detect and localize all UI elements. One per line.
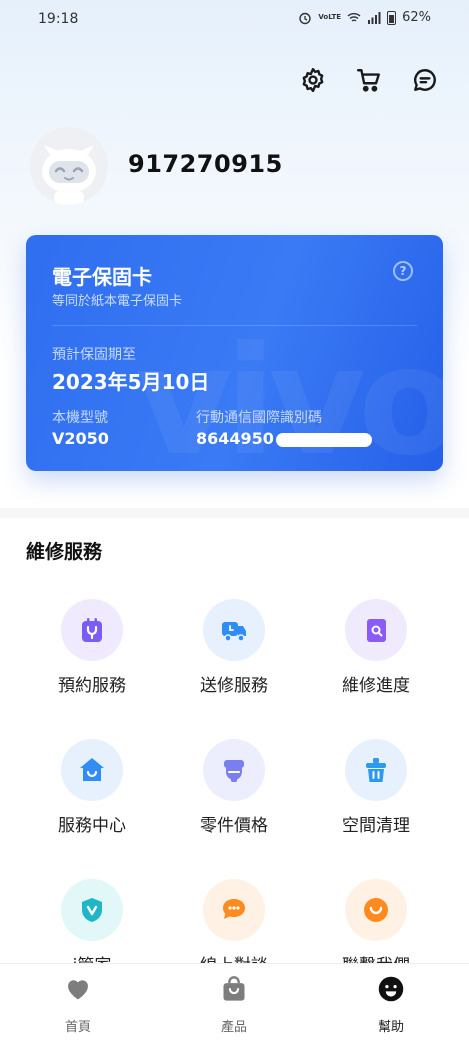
nav-item-help[interactable]: 幫助: [351, 974, 431, 1035]
card-title: 電子保固卡: [52, 265, 152, 289]
grid-icon-bg: [345, 599, 407, 661]
section-title: 維修服務: [26, 541, 103, 563]
nav-icon-wrap: [63, 974, 93, 1004]
grid-label: 維修進度: [342, 676, 410, 696]
trash-bin-icon: [366, 758, 386, 782]
chat-bubble-icon: [223, 899, 245, 919]
grid-item-send-repair[interactable]: 送修服務: [164, 599, 304, 696]
nav-item-home[interactable]: 首頁: [38, 974, 118, 1035]
imei-field: 8644950: [196, 429, 372, 448]
model-label: 本機型號: [52, 410, 108, 426]
settings-button[interactable]: [297, 64, 329, 96]
avatar[interactable]: [30, 127, 108, 205]
smiley-face-icon: [378, 976, 404, 1002]
robot-avatar-icon: [42, 145, 96, 205]
message-icon: [414, 69, 436, 91]
imei-label: 行動通信國際識別碼: [196, 410, 322, 426]
gear-icon: [302, 67, 324, 93]
house-icon: [80, 758, 104, 781]
card-subtitle: 等同於紙本電子保固卡: [52, 294, 183, 309]
nav-icon-wrap: [376, 974, 406, 1004]
part-icon: [224, 760, 244, 782]
grid-label: 服務中心: [58, 816, 126, 836]
grid-item-appointment[interactable]: 預約服務: [22, 599, 162, 696]
bottom-navigation: 首頁 產品 幫助: [0, 963, 469, 1043]
grid-item-service-center[interactable]: 服務中心: [22, 739, 162, 836]
heart-icon: [68, 980, 88, 1000]
warranty-card[interactable]: vivo 電子保固卡 等同於紙本電子保固卡 ? 預計保固期至 2023年5月10…: [26, 235, 443, 471]
grid-label: 空間清理: [342, 816, 410, 836]
wifi-icon: [347, 12, 361, 22]
calendar-wrench-icon: [82, 618, 102, 642]
grid-label: 送修服務: [200, 676, 268, 696]
user-id: 917270915: [128, 150, 283, 178]
grid-icon-bg: [61, 739, 123, 801]
grid-icon-bg: [203, 739, 265, 801]
expiry-value: 2023年5月10日: [52, 370, 210, 394]
grid-icon-bg: [345, 739, 407, 801]
imei-value: 8644950: [196, 429, 274, 448]
alarm-icon: [299, 12, 312, 24]
grid-icon-bg: [61, 599, 123, 661]
status-icons: VoLTE 62%: [298, 10, 431, 25]
header-actions: [297, 64, 441, 96]
grid-icon-bg: [61, 879, 123, 941]
grid-icon-bg: [345, 879, 407, 941]
volte-icon: VoLTE: [318, 13, 342, 21]
battery-icon: [387, 10, 397, 25]
shield-icon: [82, 898, 102, 922]
cart-icon: [356, 69, 380, 92]
imei-redaction: [275, 432, 372, 447]
grid-label: 零件價格: [200, 816, 268, 836]
grid-item-repair-progress[interactable]: 維修進度: [306, 599, 446, 696]
battery-percent: 62%: [402, 10, 431, 25]
nav-label: 首頁: [64, 1020, 91, 1035]
smile-icon: [364, 898, 388, 922]
help-icon[interactable]: ?: [393, 261, 413, 281]
nav-label: 幫助: [377, 1020, 404, 1035]
grid-label: 預約服務: [58, 676, 126, 696]
grid-item-space-cleanup[interactable]: 空間清理: [306, 739, 446, 836]
section-separator: [0, 508, 469, 518]
nav-label: 產品: [220, 1020, 247, 1035]
grid-item-online-chat[interactable]: 線上對談: [164, 879, 304, 976]
messages-button[interactable]: [409, 64, 441, 96]
delivery-truck-icon: [222, 622, 246, 642]
grid-item-i-manager[interactable]: i管家: [22, 879, 162, 976]
model-value: V2050: [52, 429, 109, 448]
status-time: 19:18: [38, 11, 79, 27]
nav-icon-wrap: [219, 974, 249, 1004]
nav-item-products[interactable]: 產品: [194, 974, 274, 1035]
card-divider: [52, 325, 417, 326]
cart-button[interactable]: [353, 64, 385, 96]
document-search-icon: [367, 619, 386, 642]
shopping-bag-icon: [223, 976, 245, 1001]
expiry-label: 預計保固期至: [52, 347, 136, 363]
grid-icon-bg: [203, 599, 265, 661]
grid-item-parts-price[interactable]: 零件價格: [164, 739, 304, 836]
status-bar: 19:18 VoLTE 62%: [0, 0, 469, 38]
grid-item-contact-us[interactable]: 聯繫我們: [306, 879, 446, 976]
grid-icon-bg: [203, 879, 265, 941]
signal-icon: [368, 11, 381, 24]
